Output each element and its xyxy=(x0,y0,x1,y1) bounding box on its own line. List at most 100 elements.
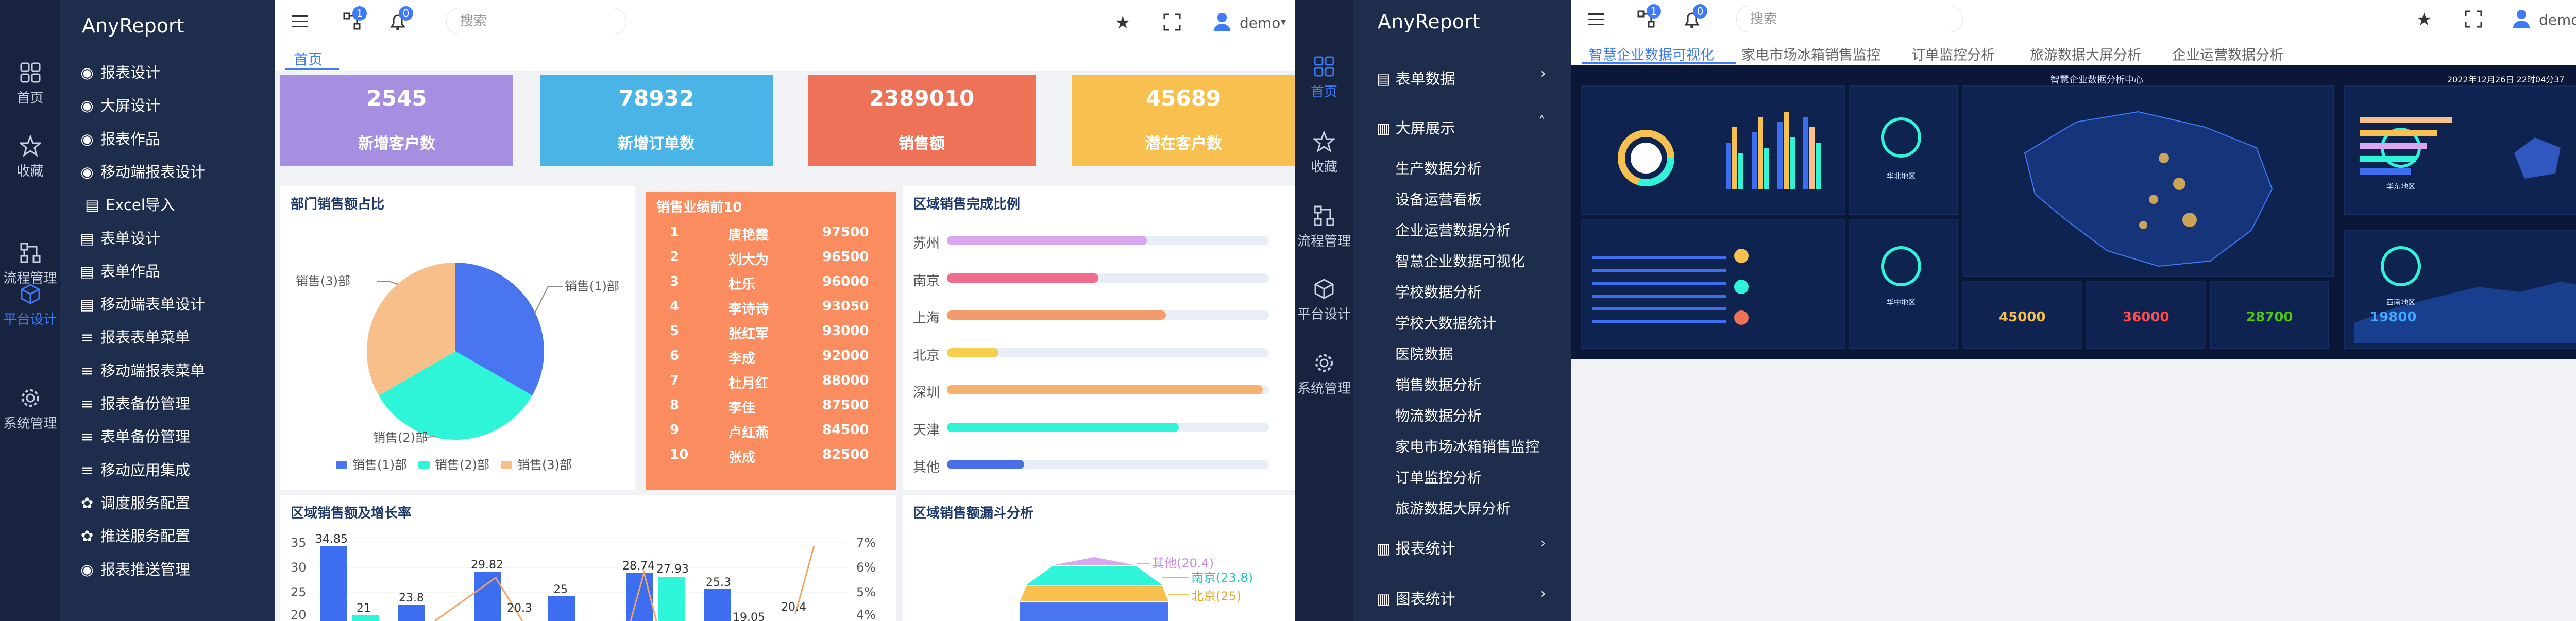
right-rail-item-3[interactable]: 平台设计 xyxy=(1295,278,1353,323)
menu-item-13[interactable]: ✿ 调度服务配置 xyxy=(80,491,190,513)
rank-value: 92000 xyxy=(822,348,869,364)
user-name[interactable]: demo xyxy=(2539,11,2576,28)
region-progress-fill xyxy=(947,422,1179,432)
search-input[interactable]: 搜索 xyxy=(1736,6,1963,32)
submenu-item-10[interactable]: 订单监控分析 xyxy=(1395,467,1482,487)
kpi-value: 2545 xyxy=(366,85,427,111)
submenu-item-11[interactable]: 旅游数据大屏分析 xyxy=(1395,497,1511,518)
right-rail-item-2[interactable]: 流程管理 xyxy=(1295,205,1353,250)
menu-item-3[interactable]: ◉ 移动端报表设计 xyxy=(80,160,205,182)
rail-item-1[interactable]: 收藏 xyxy=(0,134,60,180)
tab-home[interactable]: 首页 xyxy=(294,48,323,69)
kpi-label: 销售额 xyxy=(899,135,945,153)
right-rail-item-0[interactable]: 首页 xyxy=(1295,56,1353,100)
user-avatar-icon[interactable] xyxy=(1213,11,1231,32)
menu-item-2[interactable]: ◉ 报表作品 xyxy=(80,127,160,149)
rail-item-0[interactable]: 首页 xyxy=(0,62,60,107)
hamburger-icon[interactable] xyxy=(291,12,309,31)
submenu-item-9[interactable]: 家电市场冰箱销售监控 xyxy=(1395,436,1539,456)
tab-4[interactable]: 企业运营数据分析 xyxy=(2172,44,2283,64)
menu-group-form-data[interactable]: ▤ 表单数据 xyxy=(1377,67,1455,89)
kpi-card-1: 78932 新增订单数 xyxy=(540,75,773,166)
rank-row: 7 杜月红 88000 xyxy=(646,368,896,391)
menu-label: 推送服务配置 xyxy=(100,527,191,545)
search-input[interactable]: 搜索 xyxy=(446,8,626,34)
pie-label-2: 销售(2)部 xyxy=(373,430,428,445)
svg-text:28.74: 28.74 xyxy=(622,560,655,573)
menu-item-9[interactable]: ≡ 移动端报表菜单 xyxy=(80,359,205,381)
menu-icon: ◉ xyxy=(80,97,94,115)
fullscreen-icon[interactable] xyxy=(1163,13,1181,31)
menu-item-12[interactable]: ≡ 移动应用集成 xyxy=(80,458,190,480)
rank-no: 4 xyxy=(670,299,680,314)
right-rail-item-4[interactable]: 系统管理 xyxy=(1295,352,1353,397)
rail-item-3[interactable]: 平台设计 xyxy=(0,283,60,328)
rank-name: 卢红燕 xyxy=(728,425,769,441)
content-background xyxy=(1571,359,2576,621)
svg-text:35: 35 xyxy=(291,536,307,550)
pie-chart: 销售(1)部 销售(3)部 销售(2)部 销售(1)部 销售(2)部 销售(3)… xyxy=(296,263,619,472)
bar-1 xyxy=(320,546,347,621)
rail-item-2[interactable]: 流程管理 xyxy=(0,242,60,287)
menu-item-7[interactable]: ▤ 移动端表单设计 xyxy=(80,292,205,314)
submenu-item-3[interactable]: 智慧企业数据可视化 xyxy=(1395,250,1525,271)
menu-icon: ◉ xyxy=(80,163,94,181)
legend-3: 销售(3)部 xyxy=(517,458,572,472)
right-tab-bar: 智慧企业数据可视化 家电市场冰箱销售监控 订单监控分析 旅游数据大屏分析 企业运… xyxy=(1571,39,2576,65)
menu-group-report-stats[interactable]: ▥ 报表统计 xyxy=(1377,537,1455,558)
rail-item-4[interactable]: 系统管理 xyxy=(0,387,60,432)
menu-item-10[interactable]: ≡ 报表备份管理 xyxy=(80,392,190,413)
user-avatar-icon[interactable] xyxy=(2512,8,2531,29)
menu-icon: ✿ xyxy=(80,494,94,512)
notification-badge-1: 1 xyxy=(1647,4,1661,19)
star-icon[interactable]: ★ xyxy=(1115,12,1130,33)
hamburger-icon[interactable] xyxy=(1587,10,1605,29)
svg-text:19.05: 19.05 xyxy=(733,611,765,621)
submenu-item-8[interactable]: 物流数据分析 xyxy=(1395,405,1482,425)
menu-item-11[interactable]: ≡ 表单备份管理 xyxy=(80,425,190,446)
gear-icon xyxy=(20,387,41,409)
menu-item-0[interactable]: ◉ 报表设计 xyxy=(80,61,160,82)
fullscreen-icon[interactable] xyxy=(2465,10,2482,28)
chevron-up-icon[interactable]: ˄ xyxy=(1538,114,1545,130)
menu-item-15[interactable]: ◉ 报表推送管理 xyxy=(80,558,190,579)
menu-item-8[interactable]: ≡ 报表表单菜单 xyxy=(80,325,190,347)
right-rail-item-1[interactable]: 收藏 xyxy=(1295,130,1353,176)
submenu-item-7[interactable]: 销售数据分析 xyxy=(1395,374,1482,394)
region-completion-panel: 区域销售完成比例 xyxy=(903,186,1295,490)
tab-0[interactable]: 智慧企业数据可视化 xyxy=(1589,44,1714,64)
chevron-right-icon[interactable]: › xyxy=(1540,536,1546,551)
menu-group-chart-stats[interactable]: ▥ 图表统计 xyxy=(1377,587,1455,609)
menu-item-14[interactable]: ✿ 推送服务配置 xyxy=(80,524,190,546)
tab-2[interactable]: 订单监控分析 xyxy=(1911,44,1995,64)
chevron-right-icon[interactable]: › xyxy=(1540,66,1546,81)
funnel-chart: 其他(20.4) 南京(23.8) 北京(25) xyxy=(1020,556,1253,621)
panel-title: 区域销售完成比例 xyxy=(913,197,1021,212)
rail-label: 首页 xyxy=(16,91,44,106)
rail-label: 平台设计 xyxy=(1297,307,1351,322)
submenu-item-2[interactable]: 企业运营数据分析 xyxy=(1395,219,1511,240)
submenu-item-6[interactable]: 医院数据 xyxy=(1395,343,1453,364)
chevron-right-icon[interactable]: › xyxy=(1540,586,1546,601)
submenu-item-0[interactable]: 生产数据分析 xyxy=(1395,158,1482,178)
tab-3[interactable]: 旅游数据大屏分析 xyxy=(2030,44,2141,64)
submenu-item-5[interactable]: 学校大数据统计 xyxy=(1395,312,1496,333)
menu-item-6[interactable]: ▤ 表单作品 xyxy=(80,260,160,281)
user-name[interactable]: demo xyxy=(1240,14,1280,31)
region-progress-fill xyxy=(947,385,1263,394)
submenu-item-4[interactable]: 学校数据分析 xyxy=(1395,281,1482,302)
menu-item-4[interactable]: ▤ Excel导入 xyxy=(85,193,175,215)
menu-group-bigscreen[interactable]: ▥ 大屏展示 xyxy=(1377,116,1455,138)
kpi-value: 2389010 xyxy=(869,85,975,111)
menu-icon: ◉ xyxy=(80,560,94,578)
star-icon[interactable]: ★ xyxy=(2416,9,2432,30)
menu-item-1[interactable]: ◉ 大屏设计 xyxy=(80,94,160,115)
svg-text:34.85: 34.85 xyxy=(315,533,348,546)
menu-item-5[interactable]: ▤ 表单设计 xyxy=(80,227,160,248)
tab-1[interactable]: 家电市场冰箱销售监控 xyxy=(1741,44,1880,64)
rank-value: 93050 xyxy=(822,299,869,314)
chevron-down-icon[interactable]: ▾ xyxy=(1281,15,1286,28)
rank-name: 杜月红 xyxy=(728,376,769,391)
submenu-item-1[interactable]: 设备运营看板 xyxy=(1395,188,1482,209)
rank-value: 97500 xyxy=(822,225,869,240)
